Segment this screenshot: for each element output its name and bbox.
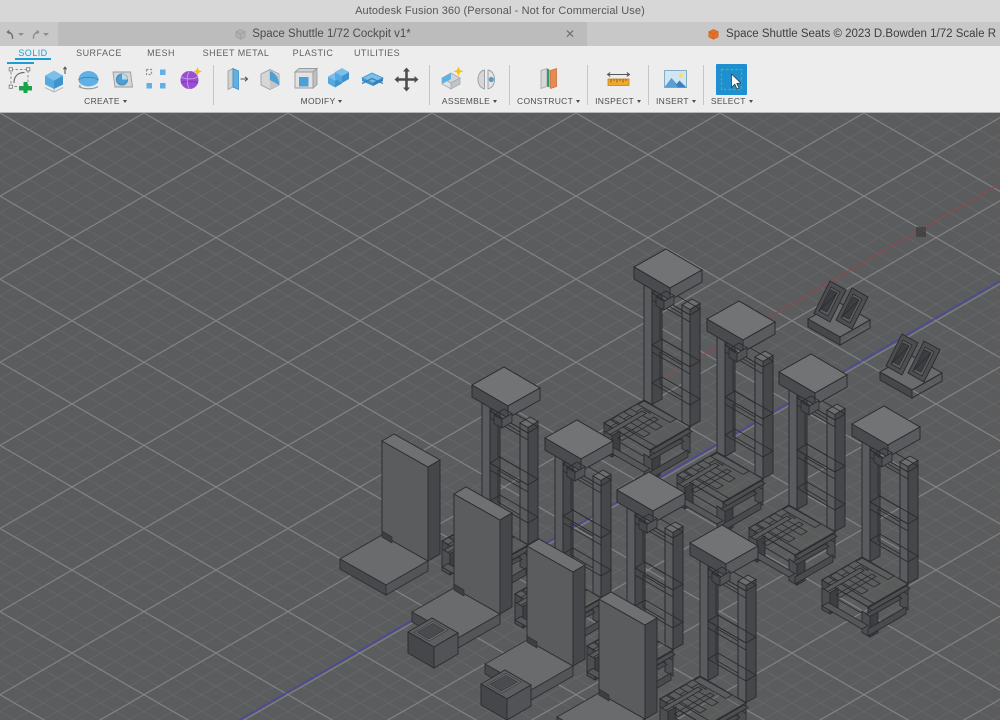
part-seat-shell[interactable] bbox=[339, 433, 441, 596]
ribbon-tab-plastic[interactable]: PLASTIC bbox=[282, 46, 344, 58]
chevron-down-icon bbox=[637, 99, 642, 103]
select-icon[interactable] bbox=[716, 64, 748, 95]
chevron-down-icon bbox=[691, 99, 696, 103]
orange-cube-icon bbox=[708, 28, 719, 40]
chevron-down-icon bbox=[493, 99, 498, 103]
offset-plane-icon[interactable] bbox=[533, 64, 564, 95]
fusion360-window: Autodesk Fusion 360 (Personal - Not for … bbox=[0, 0, 1000, 720]
nav-history-group bbox=[0, 22, 58, 46]
create-form-icon[interactable] bbox=[175, 64, 206, 95]
ribbon-group-construct: CONSTRUCT bbox=[512, 62, 585, 113]
press-pull-icon[interactable] bbox=[221, 64, 252, 95]
ribbon-group-modify-label[interactable]: MODIFY bbox=[301, 96, 343, 106]
combine-icon[interactable] bbox=[323, 64, 354, 95]
insert-image-icon[interactable] bbox=[660, 64, 691, 95]
document-tab-cockpit[interactable]: Space Shuttle 1/72 Cockpit v1* ✕ bbox=[58, 22, 587, 46]
ribbon-group-select: SELECT bbox=[706, 62, 758, 113]
chevron-down-icon bbox=[338, 99, 343, 103]
document-tab-title: Space Shuttle 1/72 Cockpit v1* bbox=[252, 28, 411, 40]
revolve-icon[interactable] bbox=[73, 64, 104, 95]
app-title: Autodesk Fusion 360 (Personal - Not for … bbox=[355, 5, 645, 17]
part-seat-frame[interactable] bbox=[603, 248, 703, 481]
chevron-down-icon bbox=[576, 99, 581, 103]
ribbon-group-create-label[interactable]: CREATE bbox=[84, 96, 127, 106]
ribbon-group-inspect-label[interactable]: INSPECT bbox=[595, 96, 642, 106]
ribbon-tab-mesh[interactable]: MESH bbox=[132, 46, 190, 58]
create-sketch-icon[interactable] bbox=[5, 62, 36, 95]
ribbon-tab-sheet-metal[interactable]: SHEET METAL bbox=[190, 46, 282, 58]
redo-chevron-down-icon[interactable] bbox=[43, 32, 49, 36]
ribbon-group-select-label[interactable]: SELECT bbox=[711, 96, 753, 106]
part-truss[interactable] bbox=[807, 280, 871, 346]
document-tab-seats[interactable]: Space Shuttle Seats © 2023 D.Bowden 1/72… bbox=[695, 22, 1000, 46]
close-icon[interactable]: ✕ bbox=[565, 28, 575, 40]
shell-icon[interactable] bbox=[289, 64, 320, 95]
ribbon-group-insert: INSERT bbox=[651, 62, 701, 113]
move-copy-icon[interactable] bbox=[391, 64, 422, 95]
ribbon-separator bbox=[587, 65, 589, 105]
title-bar: Autodesk Fusion 360 (Personal - Not for … bbox=[0, 0, 1000, 22]
extrude-icon[interactable] bbox=[39, 64, 70, 95]
ribbon-tab-row: SOLID SURFACE MESH SHEET METAL PLASTIC U… bbox=[0, 46, 1000, 62]
ribbon-separator bbox=[702, 65, 704, 105]
model-parts[interactable] bbox=[0, 113, 1000, 720]
tab-bar-spacer bbox=[587, 22, 696, 46]
grey-cube-icon bbox=[235, 28, 246, 40]
undo-button[interactable] bbox=[4, 28, 28, 41]
ribbon-group-insert-label[interactable]: INSERT bbox=[656, 96, 696, 106]
pattern-icon[interactable] bbox=[141, 64, 172, 95]
part-truss[interactable] bbox=[879, 333, 943, 399]
undo-arrow-icon bbox=[6, 29, 14, 39]
redo-arrow-icon bbox=[32, 29, 40, 39]
new-component-icon[interactable] bbox=[437, 64, 468, 95]
measure-icon[interactable] bbox=[603, 64, 634, 95]
ribbon-tab-solid[interactable]: SOLID bbox=[0, 46, 66, 58]
ribbon-separator bbox=[429, 65, 430, 105]
ribbon-group-inspect: INSPECT bbox=[590, 62, 646, 113]
ribbon-tab-utilities[interactable]: UTILITIES bbox=[344, 46, 410, 58]
redo-button[interactable] bbox=[29, 28, 53, 41]
document-tab-bar: Space Shuttle 1/72 Cockpit v1* ✕ Space S… bbox=[0, 22, 1000, 46]
ribbon-group-create: CREATE bbox=[0, 62, 211, 113]
chevron-down-icon bbox=[748, 99, 753, 103]
ribbon-separator bbox=[648, 65, 650, 105]
sweep-icon[interactable] bbox=[107, 64, 138, 95]
chevron-down-icon bbox=[122, 99, 127, 103]
ribbon-group-construct-label[interactable]: CONSTRUCT bbox=[517, 96, 581, 106]
undo-chevron-down-icon[interactable] bbox=[18, 32, 24, 36]
joint-icon[interactable] bbox=[471, 64, 502, 95]
ribbon-group-assemble: ASSEMBLE bbox=[432, 62, 507, 113]
ribbon-separator bbox=[213, 65, 214, 105]
ribbon-toolbar: CREATE MODIFY ASSEMBLE CONSTRUCT INSPECT… bbox=[0, 62, 1000, 113]
ribbon-tab-surface[interactable]: SURFACE bbox=[66, 46, 132, 58]
document-tab-2-title: Space Shuttle Seats © 2023 D.Bowden 1/72… bbox=[726, 28, 996, 40]
ribbon-group-modify: MODIFY bbox=[216, 62, 427, 113]
3d-viewport[interactable] bbox=[0, 113, 1000, 720]
ribbon-group-assemble-label[interactable]: ASSEMBLE bbox=[442, 96, 498, 106]
fillet-icon[interactable] bbox=[255, 64, 286, 95]
ribbon-separator bbox=[509, 65, 510, 105]
split-face-icon[interactable] bbox=[357, 64, 388, 95]
